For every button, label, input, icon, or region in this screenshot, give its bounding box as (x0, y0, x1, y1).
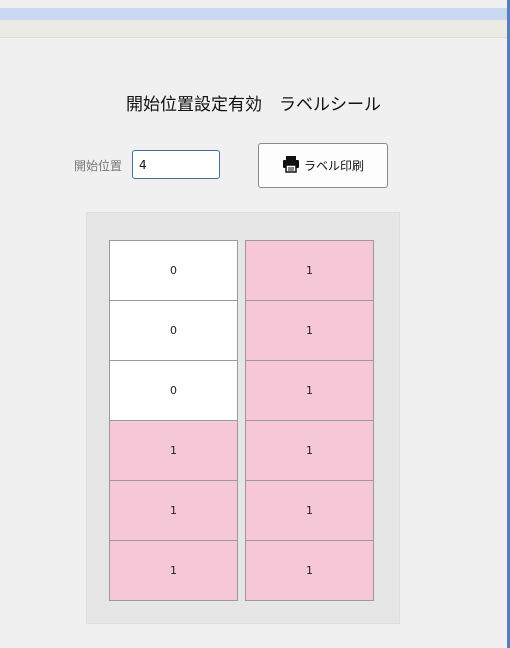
label-cell[interactable]: 1 (245, 240, 374, 301)
printer-icon (282, 155, 300, 177)
label-cell[interactable]: 1 (109, 540, 238, 601)
window-top-strip (0, 0, 507, 8)
label-cell[interactable]: 1 (245, 360, 374, 421)
label-print-button[interactable]: ラベル印刷 (258, 143, 388, 188)
label-cell[interactable]: 1 (245, 420, 374, 481)
toolbar-strip (0, 20, 507, 38)
start-position-input[interactable] (132, 150, 220, 179)
label-cell[interactable]: 1 (245, 300, 374, 361)
label-cell[interactable]: 1 (109, 420, 238, 481)
label-cell[interactable]: 1 (109, 480, 238, 541)
label-cell[interactable]: 0 (109, 300, 238, 361)
label-cell[interactable]: 1 (245, 480, 374, 541)
label-cell[interactable]: 1 (245, 540, 374, 601)
label-cell[interactable]: 0 (109, 360, 238, 421)
label-cell[interactable]: 0 (109, 240, 238, 301)
window-title-bar (0, 8, 507, 20)
start-position-label: 開始位置 (74, 159, 123, 173)
label-sheet-grid: 000111111111 (86, 212, 400, 624)
label-print-button-label: ラベル印刷 (303, 159, 364, 173)
page-title: 開始位置設定有効 ラベルシール (126, 95, 381, 115)
